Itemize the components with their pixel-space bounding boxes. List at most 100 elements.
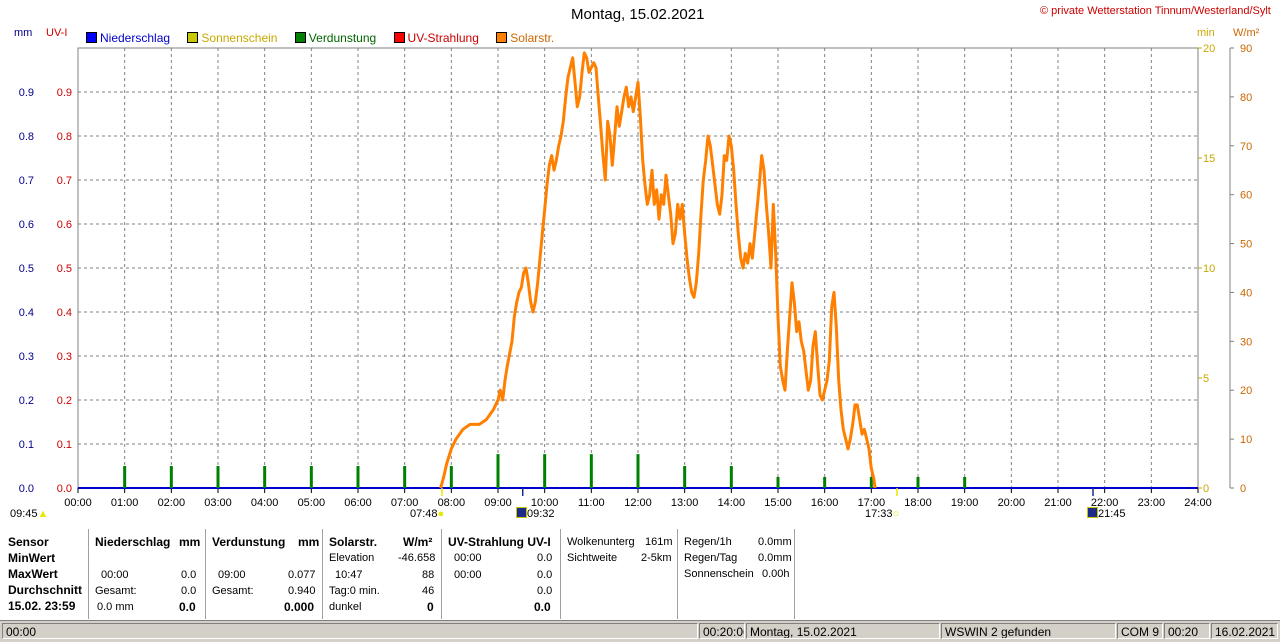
- evaporation-bar: [403, 466, 407, 488]
- evaporation-bar: [356, 466, 360, 488]
- y-tick-label-wm2: 40: [1240, 287, 1252, 299]
- solar-unit: W/m²: [403, 535, 433, 549]
- x-tick-label: 14:00: [718, 497, 746, 509]
- uv-header: UV-Strahlung UV-I: [448, 535, 551, 549]
- y-tick-label-wm2: 60: [1240, 190, 1252, 202]
- y-tick-label-wm2: 50: [1240, 239, 1252, 251]
- verdunstung-unit: mm: [298, 535, 320, 549]
- status-time: 00:00: [2, 623, 698, 639]
- legend-swatch: [393, 32, 405, 43]
- moon-icon: [516, 507, 527, 518]
- chart-title: Montag, 15.02.2021: [571, 6, 705, 23]
- evaporation-bar: [496, 454, 500, 488]
- x-tick-label: 23:00: [1138, 497, 1166, 509]
- x-tick-label: 18:00: [904, 497, 932, 509]
- x-tick-label: 01:00: [111, 497, 139, 509]
- y-tick-label-wm2: 0: [1240, 483, 1246, 495]
- y-tick-label-mm: 0.4: [19, 307, 34, 319]
- y-tick-label-mm: 0.3: [19, 351, 34, 363]
- stats-verdunstung-column: Verdunstung mm 09:00 0.077 Gesamt: 0.940…: [206, 529, 323, 619]
- solar-dunkel-value: 0: [427, 600, 434, 614]
- y-tick-label-mm: 0.0: [19, 483, 34, 495]
- axis-unit-wm2: W/m²: [1233, 27, 1260, 39]
- verdunstung-max-time: 09:00: [218, 569, 246, 581]
- solar-tag-value: 46: [422, 585, 435, 597]
- verdunstung-gesamt-label: Gesamt:: [212, 585, 254, 597]
- sunset-label: 17:33○: [865, 508, 900, 520]
- status-uptime: 00:20:06: [699, 623, 745, 639]
- axis-unit-uv: UV-I: [46, 27, 68, 39]
- evaporation-bar: [589, 454, 593, 488]
- regen-1h-value: 0.0mm: [758, 536, 792, 548]
- stats-table: Sensor MinWert MaxWert Durchschnitt 15.02. 2…: [0, 529, 1280, 619]
- x-tick-label: 15:00: [764, 497, 792, 509]
- niederschlag-unit: mm: [179, 535, 201, 549]
- x-tick-label: 03:00: [204, 497, 232, 509]
- evaporation-bar: [636, 454, 640, 488]
- legend: Niederschlag Sonnenschein Verdunstung UV…: [86, 31, 554, 45]
- axis-unit-mm: mm: [14, 27, 33, 39]
- y-tick-label-min: 15: [1203, 153, 1215, 165]
- sensor-row: MinWert: [8, 551, 56, 565]
- regen-tag-value: 0.0mm: [758, 552, 792, 564]
- x-tick-label: 21:00: [1044, 497, 1072, 509]
- x-tick-label: 16:00: [811, 497, 839, 509]
- y-tick-label-wm2: 10: [1240, 434, 1252, 446]
- solar-header: Solarstr.: [329, 535, 378, 549]
- x-tick-label: 05:00: [298, 497, 326, 509]
- sunrise-label: 07:48●: [410, 508, 445, 520]
- solar-elevation-value: -46.658: [398, 552, 436, 564]
- y-tick-label-min: 10: [1203, 263, 1215, 275]
- y-tick-label-min: 5: [1203, 373, 1209, 385]
- niederschlag-max-value: 0.0: [181, 569, 197, 581]
- legend-swatch: [86, 32, 97, 43]
- solar-max-time: 10:47: [335, 569, 363, 581]
- stats-solar-column: Solarstr. W/m² Elevation -46.658 10:47 8…: [323, 529, 442, 619]
- status-date: Montag, 15.02.2021: [746, 623, 940, 639]
- niederschlag-gesamt-value: 0.0: [181, 585, 197, 597]
- legend-item-uv: UV-Strahlung: [393, 31, 479, 45]
- y-tick-label-wm2: 20: [1240, 385, 1252, 397]
- status-com: COM 9: [1117, 623, 1163, 639]
- evaporation-bar: [309, 466, 313, 488]
- niederschlag-header: Niederschlag: [95, 535, 171, 549]
- legend-item-niederschlag: Niederschlag: [86, 31, 170, 45]
- y-tick-label-wm2: 80: [1240, 92, 1252, 104]
- stats-wolken-column: Wolkenunterg 161m Sichtweite 2-5km: [561, 529, 678, 619]
- solar-tag-label: Tag:0 min.: [329, 585, 380, 597]
- y-tick-label-uv: 0.6: [57, 219, 72, 231]
- axis-unit-min: min: [1197, 27, 1215, 39]
- y-tick-label-uv: 0.1: [57, 439, 72, 451]
- y-tick-label-min: 0: [1203, 483, 1209, 495]
- copyright-text: © private Wetterstation Tinnum/Westerlan…: [1040, 5, 1271, 17]
- y-tick-label-uv: 0.4: [57, 307, 72, 319]
- y-tick-label-wm2: 90: [1240, 43, 1252, 55]
- evaporation-bar: [216, 466, 220, 488]
- evaporation-bar: [123, 466, 127, 488]
- uv-min-value: 0.0: [537, 552, 553, 564]
- legend-swatch: [294, 32, 306, 43]
- y-tick-label-uv: 0.7: [57, 175, 72, 187]
- y-tick-label-uv: 0.3: [57, 351, 72, 363]
- sichtweite-value: 2-5km: [641, 552, 672, 564]
- y-tick-label-uv: 0.5: [57, 263, 72, 275]
- solar-max-value: 88: [422, 569, 435, 581]
- y-tick-label-uv: 0.8: [57, 131, 72, 143]
- evaporation-bar: [449, 466, 453, 488]
- sichtweite-label: Sichtweite: [567, 552, 618, 564]
- regen-1h-label: Regen/1h: [684, 536, 732, 548]
- y-tick-label-mm: 0.6: [19, 219, 34, 231]
- y-tick-label-min: 20: [1203, 43, 1215, 55]
- y-tick-label-wm2: 30: [1240, 336, 1252, 348]
- status-wswin: WSWIN 2 gefunden: [941, 623, 1116, 639]
- verdunstung-header: Verdunstung: [212, 535, 286, 549]
- legend-swatch: [496, 32, 508, 43]
- x-tick-label: 11:00: [578, 497, 605, 509]
- x-tick-label: 02:00: [158, 497, 186, 509]
- regen-tag-label: Regen/Tag: [684, 552, 738, 564]
- solar-elevation-label: Elevation: [329, 552, 375, 564]
- stats-regen-column: Regen/1h 0.0mm Regen/Tag 0.0mm Sonnensch…: [678, 529, 795, 619]
- sonnenschein-label: Sonnenschein: [684, 568, 754, 580]
- x-tick-label: 19:00: [951, 497, 979, 509]
- evaporation-bar: [683, 466, 687, 488]
